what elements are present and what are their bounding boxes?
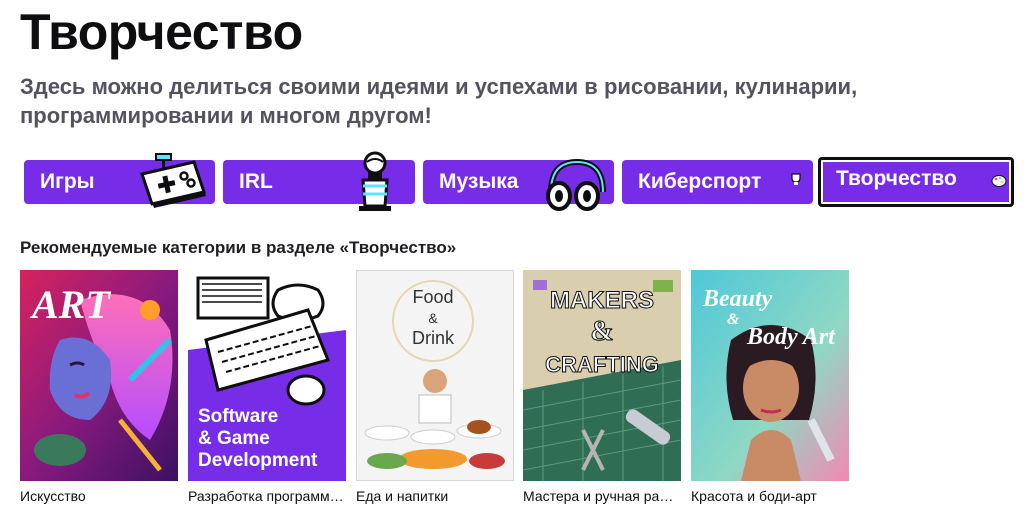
category-card-makers[interactable]: MAKERS & CRAFTING Мастера и ручная работ… xyxy=(523,270,681,504)
category-card-food[interactable]: Food & Drink Еда и напитки xyxy=(356,270,514,504)
category-card-art[interactable]: ART Искусство xyxy=(20,270,178,504)
tab-games-label: Игры xyxy=(40,170,95,193)
cover-art-text: ART xyxy=(29,282,111,327)
palette-icon xyxy=(991,174,1007,193)
tab-creative-label: Творчество xyxy=(836,167,957,190)
trophy-icon xyxy=(790,172,804,191)
tab-games[interactable]: Игры xyxy=(24,153,215,208)
cover-beauty-line3: Body Art xyxy=(746,324,836,350)
cover-beauty-line2: & xyxy=(727,311,740,328)
headphones-icon xyxy=(543,154,611,217)
category-cover-art[interactable]: ART xyxy=(20,270,178,481)
tab-creative[interactable]: Творчество xyxy=(818,157,1014,207)
cover-software-line2: & Game xyxy=(198,428,270,449)
category-title-software[interactable]: Разработка программ и игр xyxy=(188,487,346,505)
cover-food-line3: Drink xyxy=(412,328,455,348)
category-title-beauty[interactable]: Красота и боди-арт xyxy=(691,487,849,505)
cover-food-line2: & xyxy=(428,310,438,326)
category-cover-food[interactable]: Food & Drink xyxy=(356,270,514,481)
tab-irl-label: IRL xyxy=(239,170,273,193)
page-description: Здесь можно делиться своими идеями и усп… xyxy=(20,74,858,128)
cover-beauty-line1: Beauty xyxy=(702,286,773,312)
category-card-software[interactable]: Software & Game Development Разработка п… xyxy=(188,270,346,504)
category-title-art[interactable]: Искусство xyxy=(20,487,178,505)
tab-irl[interactable]: IRL xyxy=(223,151,415,211)
gamepad-icon xyxy=(136,152,216,215)
tab-esports[interactable]: Киберспорт xyxy=(622,160,813,204)
category-cover-beauty[interactable]: Beauty & Body Art xyxy=(691,270,849,481)
category-tabs: Игры IRL Музыка Киберспорт Творчество xyxy=(24,151,1014,211)
tab-music[interactable]: Музыка xyxy=(423,158,614,211)
cover-makers-line1: MAKERS xyxy=(550,287,654,314)
page-title: Творчество xyxy=(20,4,303,60)
cover-makers-line3: CRAFTING xyxy=(545,352,659,377)
category-card-beauty[interactable]: Beauty & Body Art Красота и боди-арт xyxy=(691,270,849,504)
cover-makers-line2: & xyxy=(590,316,613,347)
microphone-icon xyxy=(353,150,403,217)
tab-esports-label: Киберспорт xyxy=(638,170,762,193)
cover-food-line1: Food xyxy=(412,287,453,307)
cover-software-line3: Development xyxy=(198,450,318,471)
tab-music-label: Музыка xyxy=(439,170,519,193)
recommended-heading: Рекомендуемые категории в разделе «Творч… xyxy=(20,238,457,257)
category-cover-software[interactable]: Software & Game Development xyxy=(188,270,346,481)
category-title-makers[interactable]: Мастера и ручная работа xyxy=(523,487,681,505)
category-title-food[interactable]: Еда и напитки xyxy=(356,487,514,505)
cover-software-line1: Software xyxy=(198,406,278,427)
category-cover-makers[interactable]: MAKERS & CRAFTING xyxy=(523,270,681,481)
